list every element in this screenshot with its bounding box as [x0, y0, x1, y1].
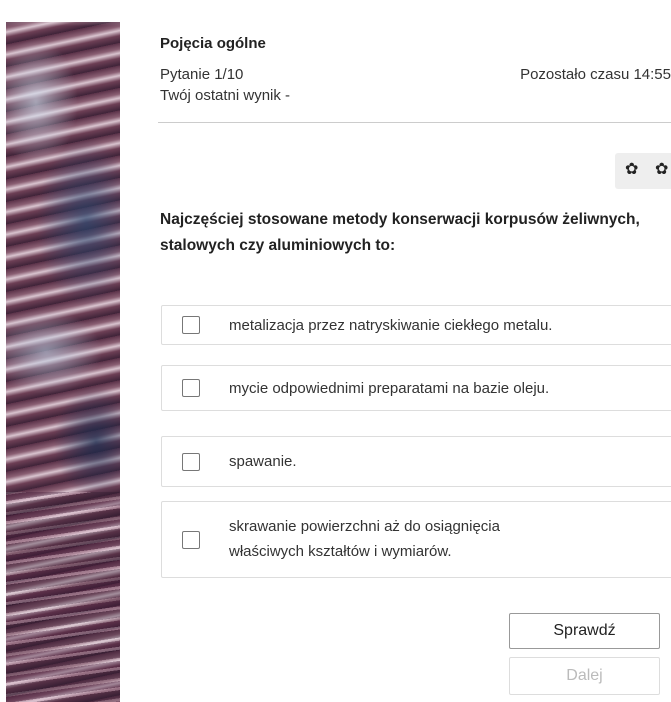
answer-label: metalizacja przez natryskiwanie ciekłego… — [229, 317, 553, 334]
answer-checkbox[interactable] — [182, 453, 200, 471]
check-button[interactable]: Sprawdź — [509, 613, 660, 649]
question-text: Najczęściej stosowane metody konserwacji… — [160, 211, 640, 254]
answer-option[interactable]: mycie odpowiednimi preparatami na bazie … — [161, 365, 671, 411]
section-title: Pojęcia ogólne — [160, 35, 266, 52]
answer-option[interactable]: metalizacja przez natryskiwanie ciekłego… — [161, 305, 671, 345]
settings-toolbar: ✿ ✿ — [615, 153, 671, 189]
answer-checkbox[interactable] — [182, 316, 200, 334]
answer-label-line1: skrawanie powierzchni aż do osiągnięcia — [229, 518, 500, 535]
answer-label-line2: właściwych kształtów i wymiarów. — [229, 543, 452, 560]
last-score: Twój ostatni wynik - — [160, 87, 291, 104]
timer: Pozostało czasu 14:55 — [520, 66, 671, 83]
answer-label: spawanie. — [229, 453, 297, 470]
next-button[interactable]: Dalej — [509, 657, 660, 695]
gear-icon[interactable]: ✿ — [655, 162, 668, 178]
decorative-stone-image — [6, 22, 120, 702]
answer-option[interactable]: spawanie. — [161, 436, 671, 487]
top-fade — [0, 0, 671, 26]
divider — [158, 122, 671, 123]
answer-option[interactable]: skrawanie powierzchni aż do osiągnięcia … — [161, 501, 671, 578]
question-counter: Pytanie 1/10 — [160, 66, 244, 83]
answer-checkbox[interactable] — [182, 379, 200, 397]
answer-label: mycie odpowiednimi preparatami na bazie … — [229, 380, 550, 397]
gear-icon[interactable]: ✿ — [625, 162, 638, 178]
answer-checkbox[interactable] — [182, 531, 200, 549]
